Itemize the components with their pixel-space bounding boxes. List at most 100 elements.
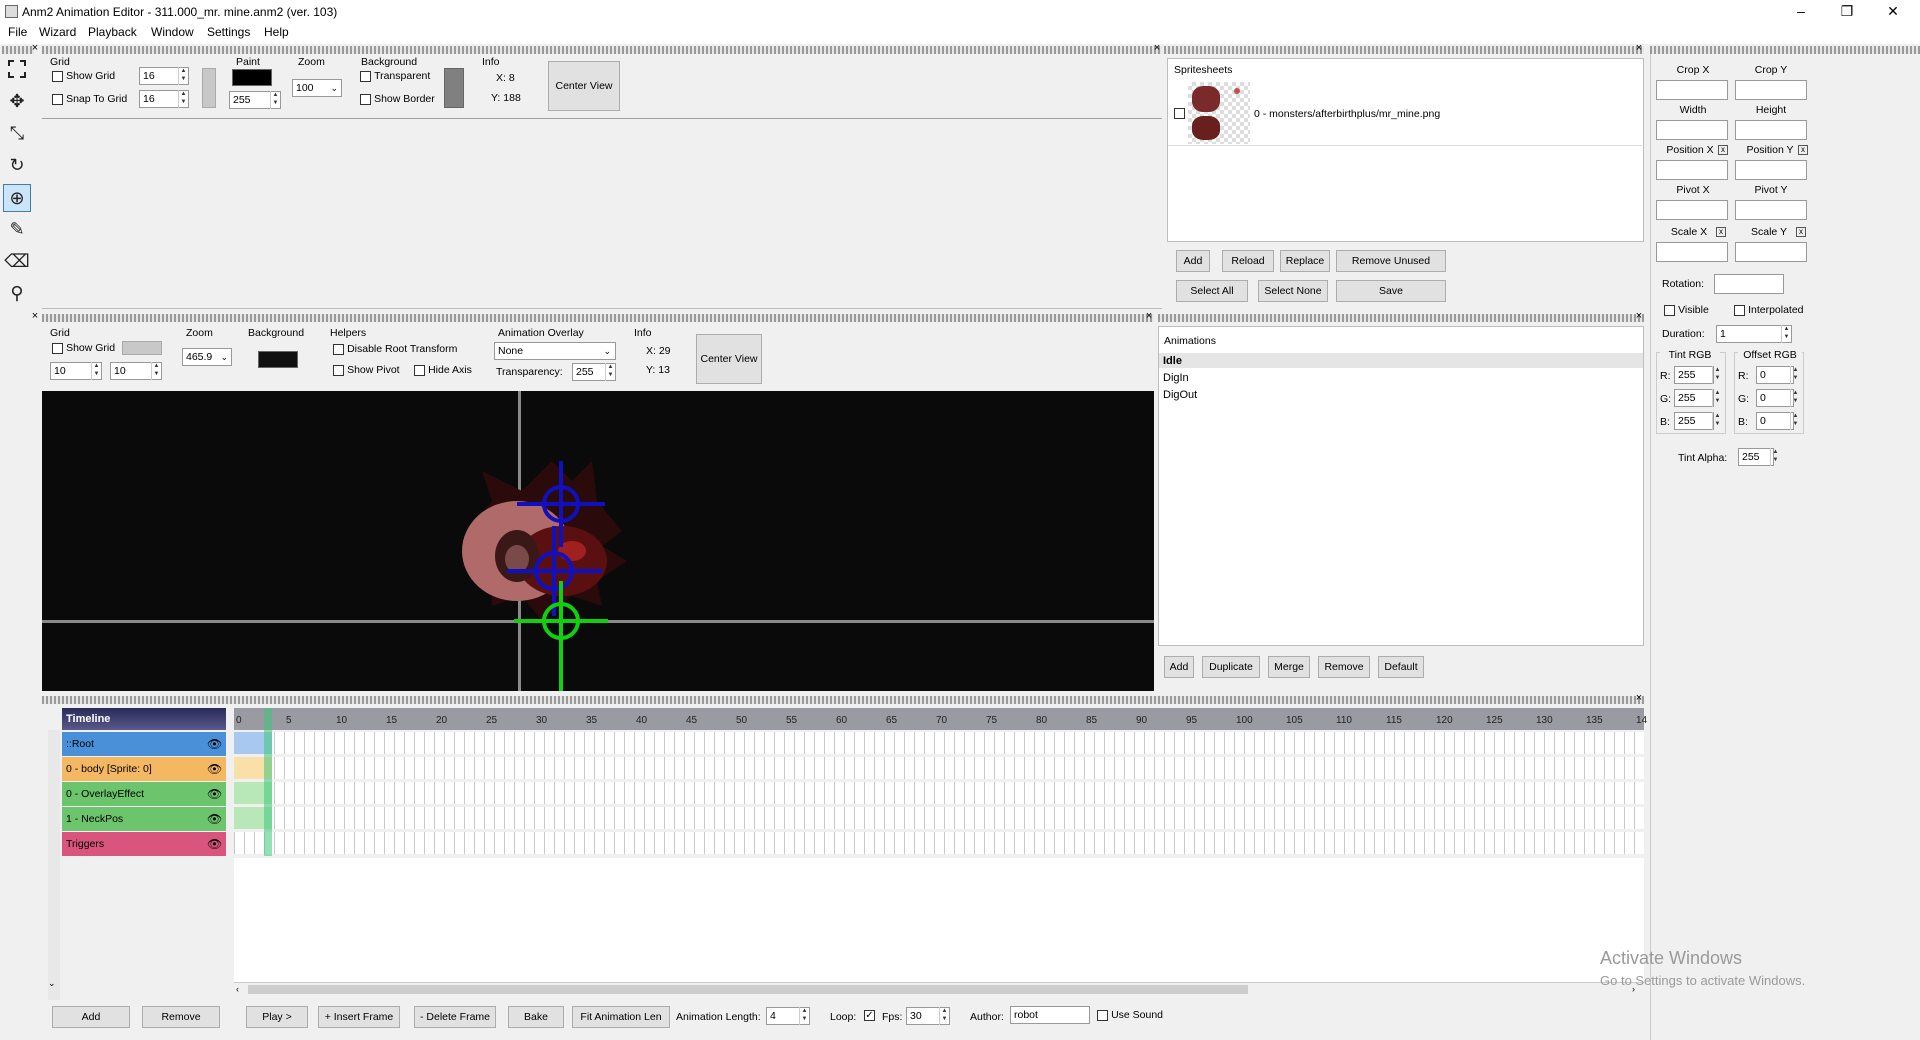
spritesheet-checkbox[interactable] [1174, 108, 1185, 119]
interpolated-checkbox[interactable]: Interpolated [1734, 304, 1804, 316]
remove-unused-button[interactable]: Remove Unused [1336, 250, 1446, 272]
spritesheet-editor-handle[interactable] [42, 46, 1162, 54]
animation-add-button[interactable]: Add [1164, 656, 1194, 678]
preview-show-grid-checkbox[interactable]: Show Grid [52, 342, 115, 354]
spin-arrows[interactable]: ▲ ▼ [91, 362, 101, 380]
snap-to-grid-checkbox[interactable]: Snap To Grid [52, 93, 127, 105]
crop-y-input[interactable] [1735, 80, 1807, 100]
menu-window[interactable]: Window [151, 25, 194, 39]
spin-arrows[interactable]: ▲ ▼ [605, 363, 615, 381]
spritesheets-panel-handle[interactable] [1164, 46, 1644, 54]
position-y-input[interactable] [1735, 160, 1807, 180]
scroll-down-icon[interactable]: ⌄ [48, 978, 56, 989]
minimize-button[interactable]: – [1778, 0, 1824, 24]
eye-icon[interactable]: 👁 [207, 762, 222, 776]
spritesheet-save-button[interactable]: Save [1336, 280, 1446, 302]
spin-arrows[interactable]: ▲ ▼ [1712, 389, 1722, 407]
insert-frame-button[interactable]: + Insert Frame [318, 1006, 400, 1028]
close-icon[interactable]: × [1634, 311, 1644, 322]
spin-arrows[interactable]: ▲ ▼ [1790, 389, 1800, 407]
spin-arrows[interactable]: ▲ ▼ [151, 362, 161, 380]
show-border-checkbox[interactable]: Show Border [360, 93, 435, 105]
select-none-button[interactable]: Select None [1258, 280, 1328, 302]
preview-grid-color-swatch[interactable] [122, 341, 162, 355]
eyedropper-tool[interactable]: ⚲ [3, 280, 31, 308]
select-tool[interactable] [3, 56, 31, 84]
animation-default-button[interactable]: Default [1378, 656, 1424, 678]
disable-root-transform-checkbox[interactable]: Disable Root Transform [333, 343, 457, 355]
eye-icon[interactable]: 👁 [207, 812, 222, 826]
animation-preview-canvas[interactable] [42, 391, 1154, 691]
timeline-hscrollbar[interactable]: ‹ › [234, 982, 1644, 996]
spritesheet-add-button[interactable]: Add [1176, 250, 1210, 272]
spin-arrows[interactable]: ▲ ▼ [270, 91, 280, 109]
offset-b-input[interactable]: 0 [1756, 412, 1794, 430]
zoom-select[interactable]: 100 ⌄ [292, 79, 342, 97]
animation-duplicate-button[interactable]: Duplicate [1202, 656, 1260, 678]
play-button[interactable]: Play > [246, 1006, 308, 1028]
scale-y-toggle[interactable]: x [1796, 227, 1806, 237]
pivot-y-input[interactable] [1735, 200, 1807, 220]
spin-arrows[interactable]: ▲ ▼ [799, 1007, 809, 1025]
tint-g-input[interactable]: 255 [1674, 389, 1714, 407]
hide-axis-checkbox[interactable]: Hide Axis [414, 364, 472, 376]
close-icon[interactable]: × [1144, 311, 1154, 322]
maximize-button[interactable]: ❐ [1824, 0, 1870, 24]
spin-arrows[interactable]: ▲ ▼ [1790, 412, 1800, 430]
animations-list[interactable] [1158, 326, 1644, 646]
tint-alpha-input[interactable]: 255 [1738, 448, 1774, 466]
animations-panel-handle[interactable] [1158, 314, 1644, 322]
animation-item-digin[interactable]: DigIn [1163, 372, 1189, 384]
loop-checkbox[interactable] [864, 1010, 875, 1021]
preview-zoom-select[interactable]: 465.9 ⌄ [182, 348, 232, 366]
spin-arrows[interactable]: ▲ ▼ [1790, 366, 1800, 384]
spritesheet-canvas[interactable] [42, 118, 1162, 308]
center-view-button[interactable]: Center View [548, 61, 620, 111]
timeline-panel-handle[interactable] [42, 696, 1644, 704]
layer-body[interactable]: 0 - body [Sprite: 0] [62, 757, 226, 781]
offset-r-input[interactable]: 0 [1756, 366, 1794, 384]
crop-x-input[interactable] [1656, 80, 1728, 100]
spritesheet-reload-button[interactable]: Reload [1222, 250, 1274, 272]
spritesheet-item[interactable]: 0 - monsters/afterbirthplus/mr_mine.png [1168, 80, 1642, 146]
eraser-tool[interactable]: ⌫ [3, 248, 31, 276]
close-icon[interactable]: × [1152, 43, 1162, 54]
spin-arrows[interactable]: ▲ ▼ [1712, 412, 1722, 430]
show-pivot-checkbox[interactable]: Show Pivot [333, 364, 400, 376]
spin-arrows[interactable]: ▲ ▼ [1712, 366, 1722, 384]
close-icon[interactable]: × [30, 311, 40, 322]
fit-animation-length-button[interactable]: Fit Animation Len [572, 1006, 670, 1028]
move-tool[interactable]: ✥ [3, 88, 31, 116]
pivot-tool[interactable]: ⊕ [3, 184, 31, 212]
grid-color-swatch[interactable] [202, 68, 216, 108]
layer-root[interactable]: ::Root [62, 732, 226, 756]
menu-file[interactable]: File [8, 25, 27, 39]
menu-playback[interactable]: Playback [88, 25, 137, 39]
spin-arrows[interactable]: ▲ ▼ [1781, 325, 1791, 343]
width-input[interactable] [1656, 120, 1728, 140]
close-icon[interactable]: × [1634, 43, 1644, 54]
frame-properties-handle[interactable] [1650, 46, 1920, 54]
position-x-toggle[interactable]: x [1718, 145, 1728, 155]
animation-merge-button[interactable]: Merge [1268, 656, 1310, 678]
tint-b-input[interactable]: 255 [1674, 412, 1714, 430]
animation-remove-button[interactable]: Remove [1318, 656, 1370, 678]
animation-preview-handle[interactable] [42, 314, 1154, 322]
eye-icon[interactable]: 👁 [207, 837, 222, 851]
tint-r-input[interactable]: 255 [1674, 366, 1714, 384]
use-sound-checkbox[interactable]: Use Sound [1097, 1009, 1163, 1021]
scale-y-input[interactable] [1735, 242, 1807, 262]
scale-x-toggle[interactable]: x [1716, 227, 1726, 237]
scroll-left-icon[interactable]: ‹ [236, 984, 239, 994]
animation-item-idle[interactable]: Idle [1163, 355, 1182, 367]
menu-help[interactable]: Help [264, 25, 289, 39]
eye-icon[interactable]: 👁 [207, 737, 222, 751]
transparent-checkbox[interactable]: Transparent [360, 70, 430, 82]
scrollbar-thumb[interactable] [248, 985, 1248, 994]
visible-checkbox[interactable]: Visible [1664, 304, 1709, 316]
spin-arrows[interactable]: ▲ ▼ [939, 1007, 949, 1025]
select-all-button[interactable]: Select All [1176, 280, 1248, 302]
rotate-tool[interactable]: ↻ [3, 152, 31, 180]
offset-g-input[interactable]: 0 [1756, 389, 1794, 407]
pencil-tool[interactable]: ✎ [3, 216, 31, 244]
